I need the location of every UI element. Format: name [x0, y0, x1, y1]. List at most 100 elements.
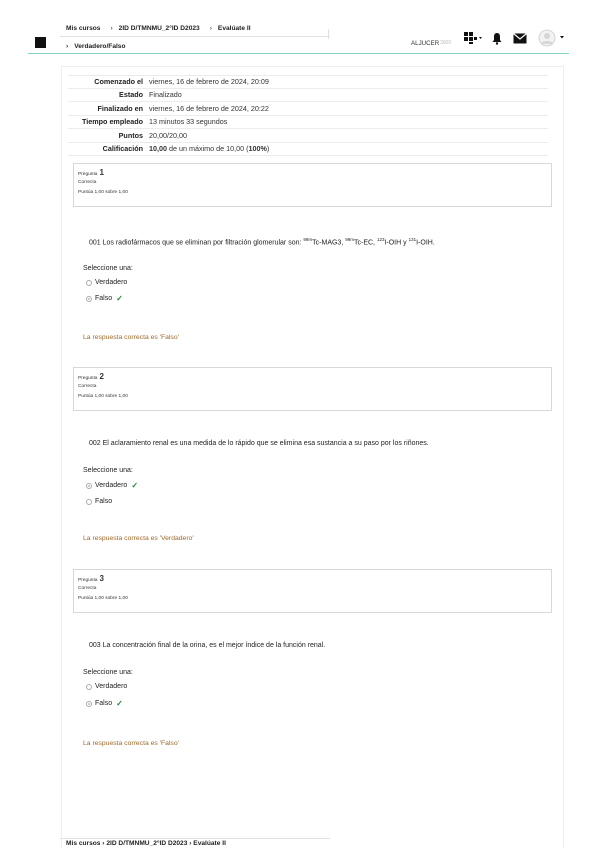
option-label: Verdadero	[95, 279, 128, 286]
radio-button-selected[interactable]	[86, 295, 92, 302]
answer-option-verdadero[interactable]: Verdadero ✓	[86, 481, 138, 490]
radio-button[interactable]	[86, 683, 92, 690]
isotope-superscript: 99m	[345, 237, 354, 242]
breadcrumb-course[interactable]: 2ID D/TMNMU_2°ID D2023	[106, 840, 187, 847]
isotope-superscript: 131	[408, 237, 417, 242]
question-label: Pregunta	[78, 578, 98, 583]
summary-label: Calificación	[102, 144, 143, 154]
avatar-icon[interactable]	[536, 29, 566, 47]
grade-percent: 100%	[248, 144, 267, 154]
correct-check-icon: ✓	[116, 294, 123, 303]
option-label: Falso	[95, 498, 113, 505]
grade-text: de un máximo de 10,00 (	[167, 144, 249, 154]
option-label: Verdadero	[95, 683, 128, 690]
summary-value: viernes, 16 de febrero de 2024, 20:22	[149, 103, 269, 113]
breadcrumb-quiz[interactable]: Evalúate II	[193, 840, 226, 847]
summary-value: 10,00 de un máximo de 10,00 (100%)	[149, 144, 269, 153]
top-navbar: Mis cursos › 2ID D/TMNMU_2°ID D2023 › Evalúa…	[0, 0, 599, 56]
correct-check-icon: ✓	[116, 699, 123, 708]
breadcrumb-mis-cursos[interactable]: Mis cursos	[66, 840, 100, 847]
breadcrumb-mis-cursos[interactable]: Mis cursos	[66, 25, 100, 32]
question-text-part: Tc-MAG3,	[312, 239, 346, 247]
question-state: Correcta	[78, 180, 97, 185]
breadcrumb-quiz[interactable]: Evalúate II	[218, 25, 251, 32]
option-label: Falso	[95, 295, 113, 302]
summary-value: viernes, 16 de febrero de 2024, 20:09	[149, 77, 269, 87]
summary-row: Tiempo empleado 13 minutos 33 segundos	[68, 116, 548, 129]
user-name[interactable]: ALJUCER	[411, 40, 439, 47]
question-text-part: 001 Los radiofármacos que se eliminan po…	[89, 239, 304, 247]
breadcrumb-separator: ›	[102, 840, 105, 847]
breadcrumb-current-label[interactable]: Verdadero/Falso	[74, 43, 125, 50]
question-text-part: I-OIH.	[416, 239, 435, 247]
summary-label: Puntos	[118, 130, 143, 140]
question-number: Pregunta 3	[78, 574, 547, 583]
question-grade: Puntúa 1,00 sobre 1,00	[78, 394, 128, 399]
summary-label: Comenzado el	[94, 77, 143, 87]
question-number-value: 2	[99, 372, 104, 381]
question-info-box: Pregunta 1 Correcta Puntúa 1,00 sobre 1,0…	[73, 163, 552, 207]
radio-button-selected[interactable]	[86, 482, 92, 489]
question-text: 002 El aclaramiento renal es una medida …	[89, 440, 429, 447]
question-text: 001 Los radiofármacos que se eliminan po…	[89, 237, 435, 246]
summary-label: Estado	[119, 90, 143, 100]
grade-value: 10,00	[149, 144, 167, 154]
answer-prompt: Seleccione una:	[83, 467, 133, 474]
correct-check-icon: ✓	[131, 481, 139, 490]
user-sub: 3000	[440, 40, 452, 46]
summary-row: Finalizado en viernes, 16 de febrero de …	[68, 102, 548, 116]
mail-icon[interactable]	[512, 31, 528, 45]
answer-option-falso[interactable]: Falso ✓	[86, 699, 123, 708]
answer-prompt: Seleccione una:	[83, 265, 133, 272]
question-text-part: I-OIH y	[384, 239, 409, 247]
breadcrumb-divider	[328, 29, 329, 39]
question-number-value: 3	[99, 574, 104, 583]
answer-prompt: Seleccione una:	[83, 669, 133, 676]
correct-answer-feedback: La respuesta correcta es 'Falso'	[83, 740, 179, 747]
question-text-part: Tc-EC,	[353, 239, 377, 247]
answer-option-verdadero[interactable]: Verdadero	[86, 279, 127, 286]
correct-answer-feedback: La respuesta correcta es 'Falso'	[83, 334, 179, 341]
question-label: Pregunta	[78, 376, 98, 381]
question-number: Pregunta 2	[78, 372, 547, 381]
attempt-summary-table: Comenzado el viernes, 16 de febrero de 2…	[68, 75, 548, 156]
bell-icon[interactable]	[490, 31, 504, 45]
answer-option-falso[interactable]: Falso ✓	[86, 294, 123, 303]
breadcrumb-separator: ›	[110, 25, 113, 32]
answer-option-verdadero[interactable]: Verdadero	[86, 683, 127, 690]
correct-answer-feedback: La respuesta correcta es 'Verdadero'	[83, 535, 194, 542]
summary-label: Tiempo empleado	[82, 117, 143, 127]
question-state: Correcta	[78, 384, 97, 389]
summary-row: Comenzado el viernes, 16 de febrero de 2…	[68, 75, 548, 89]
header-accent-line	[28, 53, 569, 54]
radio-button[interactable]	[86, 498, 92, 505]
answer-option-falso[interactable]: Falso	[86, 498, 112, 505]
question-info-box: Pregunta 2 Correcta Puntúa 1,00 sobre 1,0…	[73, 367, 552, 411]
apps-grid-icon[interactable]	[463, 31, 485, 45]
question-number-value: 1	[99, 168, 104, 177]
summary-row: Puntos 20,00/20,00	[68, 129, 548, 143]
bottom-breadcrumb: Mis cursos › 2ID D/TMNMU_2°ID D2023 › Ev…	[66, 840, 226, 847]
question-text: 003 La concentración final de la orina, …	[89, 642, 326, 649]
breadcrumb-divider	[60, 36, 330, 37]
breadcrumb-current: › Verdadero/Falso	[66, 43, 126, 50]
summary-row: Calificación 10,00 de un máximo de 10,00…	[68, 143, 548, 156]
summary-label: Finalizado en	[97, 103, 143, 113]
breadcrumb-separator: ›	[209, 25, 212, 32]
question-info-box: Pregunta 3 Correcta Puntúa 1,00 sobre 1,0…	[73, 569, 552, 613]
radio-button[interactable]	[86, 279, 92, 286]
option-label: Verdadero	[95, 482, 128, 489]
breadcrumb-course[interactable]: 2ID D/TMNMU_2°ID D2023	[119, 25, 200, 32]
menu-toggle-icon[interactable]	[35, 37, 46, 48]
summary-value: 20,00/20,00	[149, 130, 187, 140]
bottom-divider	[60, 838, 330, 839]
summary-value: Finalizado	[149, 90, 182, 100]
isotope-superscript: 99m	[303, 237, 313, 242]
summary-value: 13 minutos 33 segundos	[149, 117, 228, 127]
question-grade: Puntúa 1,00 sobre 1,00	[78, 596, 128, 601]
question-number: Pregunta 1	[78, 168, 547, 177]
question-grade: Puntúa 1,00 sobre 1,00	[78, 190, 128, 195]
breadcrumb: Mis cursos › 2ID D/TMNMU_2°ID D2023 › Evalúa…	[66, 25, 255, 32]
radio-button-selected[interactable]	[86, 700, 92, 707]
breadcrumb-separator: ›	[189, 840, 192, 847]
